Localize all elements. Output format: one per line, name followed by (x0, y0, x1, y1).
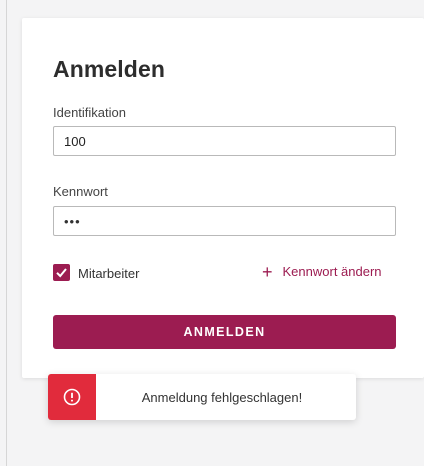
password-value: ••• (64, 213, 81, 229)
password-label: Kennwort (53, 184, 108, 199)
login-button[interactable]: ANMELDEN (53, 315, 396, 349)
plus-icon: + (262, 261, 273, 282)
error-toast: Anmeldung fehlgeschlagen! (48, 374, 356, 420)
identification-value: 100 (64, 133, 86, 149)
change-password-link[interactable]: + Kennwort ändern (262, 261, 382, 282)
window-edge (6, 0, 7, 466)
toast-icon-box (48, 374, 96, 420)
identification-label: Identifikation (53, 105, 126, 120)
toast-message: Anmeldung fehlgeschlagen! (141, 389, 303, 405)
page-title: Anmelden (53, 56, 165, 82)
error-circle-icon (63, 388, 81, 406)
checkmark-icon (56, 268, 67, 278)
change-password-label: Kennwort ändern (282, 264, 382, 279)
identification-input[interactable]: 100 (53, 126, 396, 156)
password-input[interactable]: ••• (53, 206, 396, 236)
employee-checkbox[interactable] (53, 264, 70, 281)
login-card: Anmelden Identifikation 100 Kennwort •••… (22, 18, 424, 378)
employee-checkbox-label[interactable]: Mitarbeiter (78, 266, 139, 281)
